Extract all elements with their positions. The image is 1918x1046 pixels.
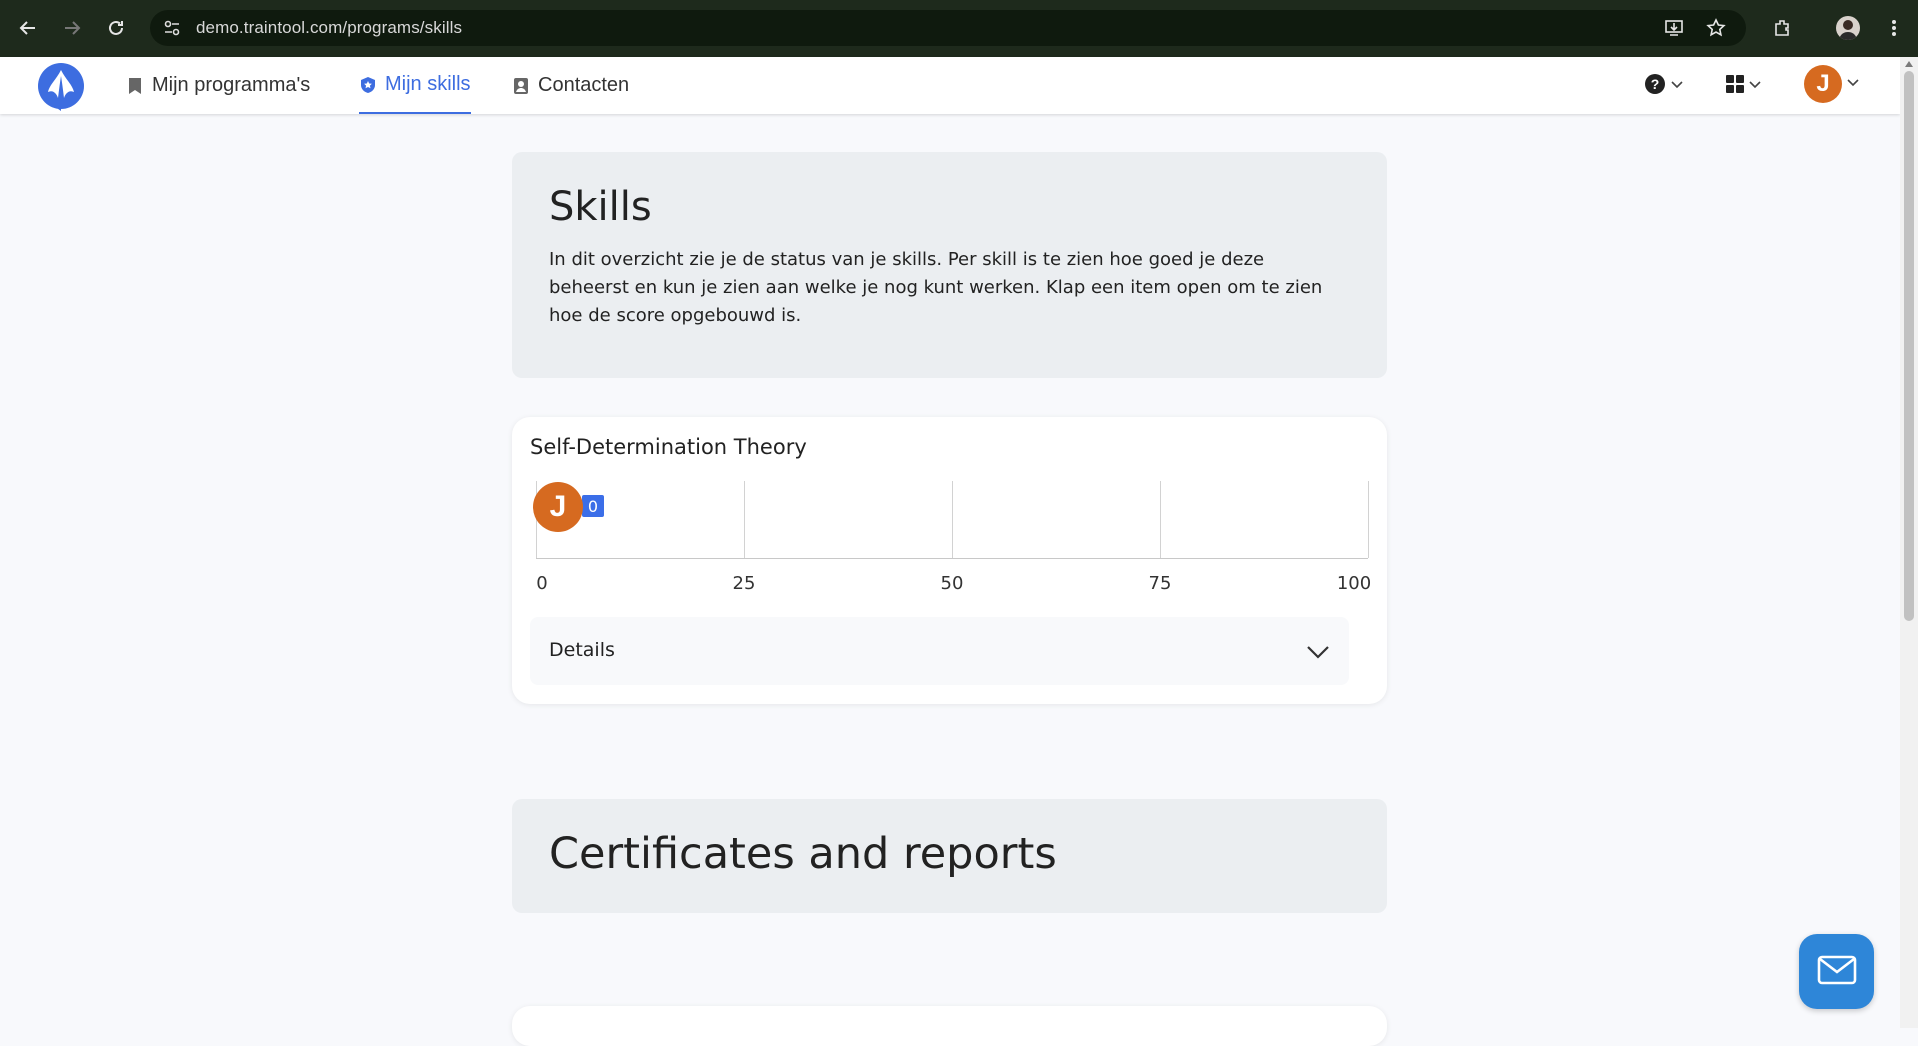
nav-label: Mijn programma's (152, 74, 311, 96)
bookmark-icon (126, 77, 144, 95)
skills-intro-card: Skills In dit overzicht zie je de status… (512, 152, 1387, 378)
next-card (512, 1006, 1387, 1046)
url-text[interactable]: demo.traintool.com/programs/skills (196, 18, 462, 38)
extensions-icon[interactable] (1768, 14, 1796, 42)
reload-icon[interactable] (102, 14, 130, 42)
forward-icon[interactable] (58, 14, 86, 42)
page-scrollbar[interactable] (1900, 57, 1918, 1028)
contact-mail-button[interactable] (1799, 934, 1874, 1009)
skill-title: Self-Determination Theory (530, 435, 807, 459)
nav-label: Mijn skills (385, 73, 471, 95)
chart-baseline (536, 558, 1368, 559)
address-bar[interactable]: demo.traintool.com/programs/skills (150, 10, 1746, 46)
details-label: Details (549, 639, 615, 661)
contacts-icon (512, 77, 530, 95)
app-header: Mijn programma's Mijn skills Contacten ?… (0, 57, 1900, 114)
gridline (1368, 481, 1369, 558)
chevron-down-icon (1846, 76, 1860, 92)
tick-label: 100 (1336, 573, 1372, 594)
gridline (744, 481, 745, 558)
nav-contacten[interactable]: Contacten (512, 57, 629, 114)
apps-grid-icon (1726, 75, 1744, 97)
help-menu-button[interactable]: ? (1644, 69, 1684, 103)
skill-card: Self-Determination Theory 0 25 50 75 100… (512, 417, 1387, 704)
install-icon[interactable] (1662, 16, 1686, 40)
tick-label: 75 (1148, 573, 1172, 594)
site-info-icon[interactable] (160, 16, 184, 40)
nav-mijn-skills[interactable]: Mijn skills (359, 57, 471, 114)
gridline (952, 481, 953, 558)
svg-text:?: ? (1651, 76, 1660, 92)
profile-avatar[interactable] (1836, 16, 1860, 40)
details-accordion[interactable]: Details (530, 617, 1349, 685)
star-icon[interactable] (1704, 16, 1728, 40)
certificates-card: Certificates and reports (512, 799, 1387, 913)
browser-toolbar: demo.traintool.com/programs/skills (0, 0, 1918, 57)
menu-icon[interactable] (1880, 14, 1908, 42)
nav-mijn-programmas[interactable]: Mijn programma's (126, 57, 310, 114)
apps-menu-button[interactable] (1726, 69, 1762, 103)
tick-label: 0 (536, 573, 548, 594)
skill-score-chart: 0 25 50 75 100 0 J (533, 481, 1372, 601)
page-title: Skills (549, 184, 652, 230)
tick-label: 25 (732, 573, 756, 594)
back-icon[interactable] (14, 14, 42, 42)
traintool-logo-icon[interactable] (36, 62, 86, 112)
chevron-down-icon[interactable] (1305, 639, 1331, 663)
user-menu-button[interactable]: J (1804, 65, 1860, 103)
tick-label: 50 (940, 573, 964, 594)
gridline (1160, 481, 1161, 558)
nav-label: Contacten (538, 74, 630, 96)
scroll-up-icon[interactable] (1905, 61, 1913, 67)
chevron-down-icon (1748, 78, 1762, 94)
certificates-title: Certificates and reports (549, 829, 1057, 879)
intro-description: In dit overzicht zie je de status van je… (549, 249, 1323, 326)
mail-icon (1817, 955, 1857, 989)
scrollbar-thumb[interactable] (1904, 71, 1914, 621)
score-avatar[interactable]: J (533, 482, 583, 532)
user-avatar: J (1804, 65, 1842, 103)
shield-star-icon (359, 76, 377, 94)
help-icon: ? (1644, 73, 1666, 99)
score-badge: 0 (582, 495, 604, 517)
chevron-down-icon (1670, 78, 1684, 94)
